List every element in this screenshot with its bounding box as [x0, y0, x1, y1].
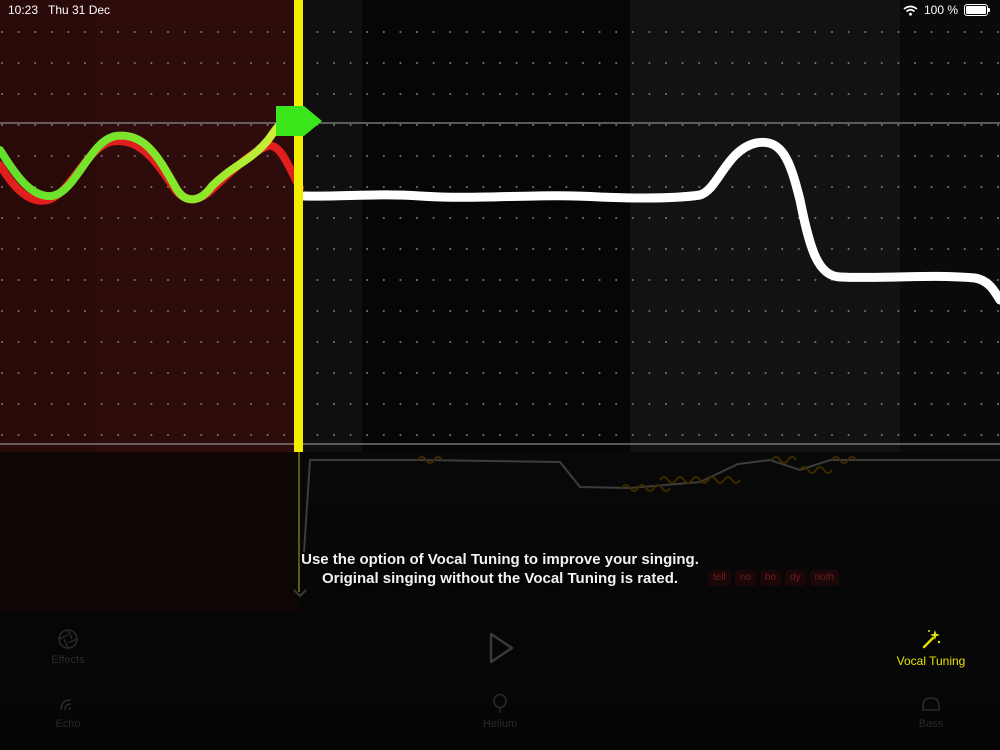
vocal-tuning-button[interactable]: Vocal Tuning: [886, 628, 976, 668]
battery-icon: [964, 4, 990, 16]
tip-line-1: Use the option of Vocal Tuning to improv…: [301, 551, 699, 568]
vocal-tuning-label: Vocal Tuning: [896, 654, 966, 668]
pitch-grid: [0, 30, 1000, 450]
battery-percent: 100 %: [923, 3, 958, 17]
bass-label: Bass: [918, 718, 944, 730]
balloon-icon: [493, 694, 507, 713]
magic-wand-icon: [922, 630, 941, 649]
echo-label: Echo: [55, 718, 81, 730]
helium-button[interactable]: Helium: [470, 694, 530, 730]
chevron-down-icon[interactable]: [291, 586, 309, 600]
overview-sung-notes: [417, 456, 857, 492]
song-overview[interactable]: [0, 452, 1000, 612]
overview-target-contour: [303, 458, 1000, 553]
status-date: Thu 31 Dec: [48, 3, 111, 17]
echo-icon: [60, 699, 72, 711]
play-icon[interactable]: [486, 630, 516, 666]
pitch-graph: [0, 0, 1000, 452]
aperture-icon: [58, 629, 78, 649]
effects-button[interactable]: Effects: [40, 628, 96, 666]
bass-icon: [922, 697, 940, 711]
effects-label: Effects: [51, 654, 85, 666]
playhead[interactable]: [294, 0, 303, 452]
status-bar: 10:23 Thu 31 Dec 100 %: [0, 0, 1000, 20]
echo-button[interactable]: Echo: [40, 694, 96, 730]
vocal-tuning-tip: Use the option of Vocal Tuning to improv…: [0, 550, 1000, 588]
status-time: 10:23: [8, 3, 39, 17]
wifi-icon: [903, 5, 918, 16]
helium-label: Helium: [482, 718, 518, 730]
bass-button[interactable]: Bass: [905, 694, 957, 730]
tip-line-2: Original singing without the Vocal Tunin…: [321, 570, 679, 587]
pitch-view[interactable]: [0, 0, 1000, 452]
status-indicators: 100 %: [903, 3, 990, 17]
